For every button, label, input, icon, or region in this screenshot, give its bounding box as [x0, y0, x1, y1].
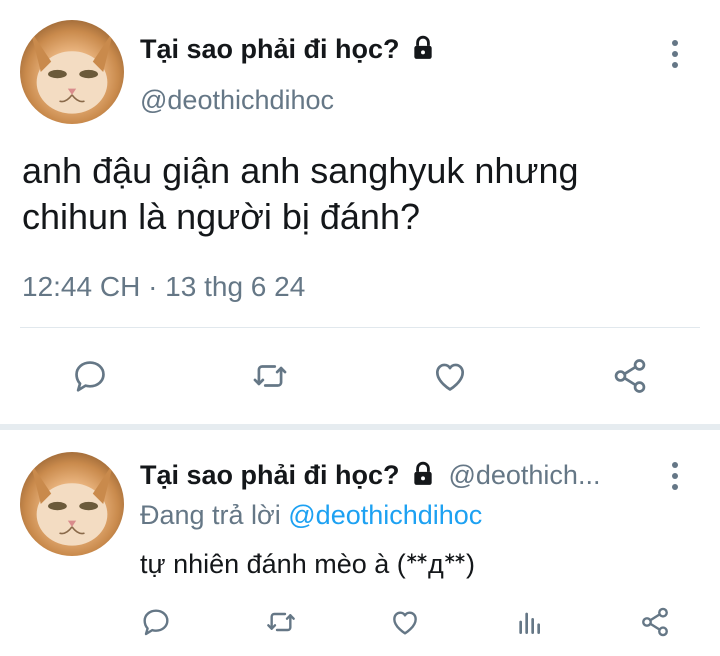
- author-handle[interactable]: @deothich...: [448, 460, 600, 490]
- section-separator: [0, 424, 720, 430]
- tweet-text-line: anh đậu giận anh sanghyuk nhưng: [22, 150, 579, 191]
- cat-avatar-image: [30, 30, 114, 114]
- lock-icon: [410, 35, 436, 66]
- replying-to-link[interactable]: @deothichdihoc: [288, 500, 482, 530]
- reply-icon[interactable]: [140, 606, 172, 638]
- cat-avatar-image: [30, 462, 114, 546]
- retweet-icon[interactable]: [250, 357, 290, 395]
- more-options-icon[interactable]: [672, 40, 678, 68]
- reply-text: tự nhiên đánh mèo à (ᕯдᕯ): [140, 549, 476, 579]
- tweet-timestamp[interactable]: 12:44 CH · 13 thg 6 24: [22, 271, 305, 303]
- analytics-icon[interactable]: [514, 606, 546, 638]
- author-name[interactable]: Tại sao phải đi học?: [140, 460, 400, 490]
- reply-icon[interactable]: [71, 357, 109, 395]
- author-name[interactable]: Tại sao phải đi học?: [140, 34, 400, 64]
- author-row: Tại sao phải đi học?: [140, 34, 436, 66]
- replying-to-label: Đang trả lời: [140, 500, 289, 530]
- retweet-icon[interactable]: [264, 606, 298, 638]
- lock-icon: [410, 461, 436, 492]
- share-icon[interactable]: [638, 606, 672, 638]
- avatar[interactable]: [20, 452, 124, 556]
- tweet-text: anh đậu giận anh sanghyuk nhưng chihun l…: [22, 148, 702, 240]
- more-options-icon[interactable]: [672, 462, 678, 490]
- like-icon[interactable]: [388, 606, 422, 638]
- author-handle[interactable]: @deothichdihoc: [140, 85, 334, 116]
- reply-author-row: Tại sao phải đi học? @deothich...: [140, 460, 660, 492]
- like-icon[interactable]: [430, 357, 470, 395]
- replying-to: Đang trả lời @deothichdihoc: [140, 500, 482, 531]
- avatar[interactable]: [20, 20, 124, 124]
- tweet-text-line: chihun là người bị đánh?: [22, 196, 420, 237]
- divider: [20, 327, 700, 328]
- share-icon[interactable]: [610, 357, 650, 395]
